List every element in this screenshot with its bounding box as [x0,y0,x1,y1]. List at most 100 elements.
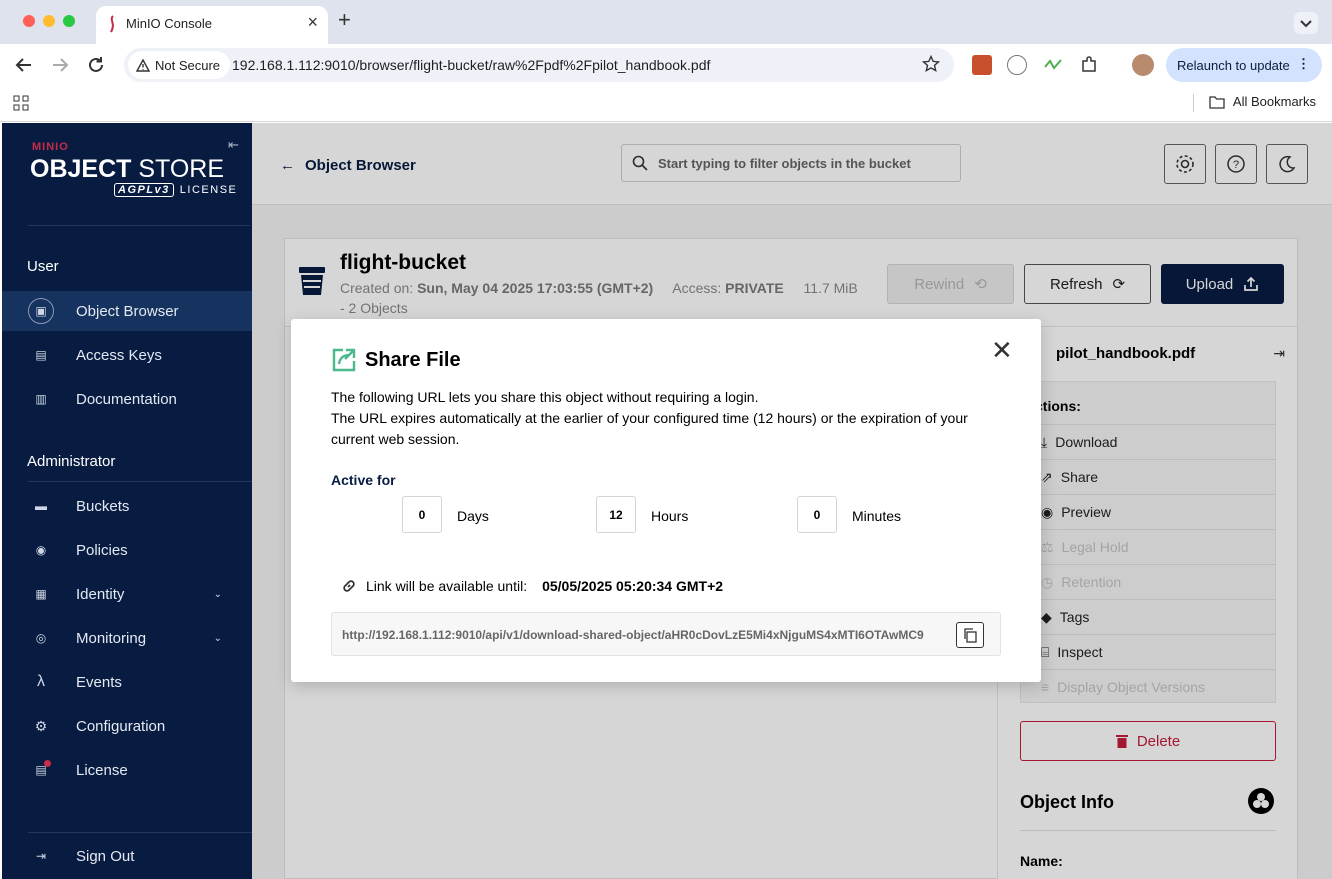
license-icon: ▤ [28,757,54,783]
lambda-icon: λ [37,673,45,690]
document-icon: ▥ [35,392,47,406]
folder-icon [1209,95,1225,109]
sidebar-item-configuration[interactable]: ⚙ Configuration [2,706,252,746]
extensions-puzzle-icon[interactable] [1079,55,1099,75]
chevron-down-icon: ⌄ [213,588,222,600]
copy-url-button[interactable] [956,622,984,648]
menu-dots-icon: ⋮ [1297,56,1310,71]
tab-search-button[interactable] [1294,12,1318,34]
minutes-input[interactable]: 0 [797,496,837,533]
logo-object-store: OBJECT STORE [30,155,224,184]
sidebar-item-policies[interactable]: ◉ Policies [2,530,252,570]
sidebar-item-label: Sign Out [76,847,135,865]
logo-license: AGPLv3 LICENSE [114,183,237,197]
chevron-down-icon [1300,20,1312,28]
extension-red-icon[interactable] [972,55,992,75]
hours-input[interactable]: 12 [596,496,636,533]
sidebar-item-label: Policies [76,541,128,559]
sidebar-item-label: Monitoring [76,629,147,647]
address-bar[interactable]: Not Secure 192.168.1.112:9010/browser/fl… [124,48,954,82]
profile-avatar[interactable] [1132,54,1154,76]
extension-m-icon[interactable] [1007,55,1027,75]
close-icon[interactable]: ✕ [991,337,1013,363]
collapse-sidebar-icon[interactable]: ⇤ [228,137,239,153]
bookmark-star-icon[interactable] [922,55,940,73]
object-browser-icon: ▣ [28,298,54,324]
id-card-icon: ▦ [35,587,47,601]
tab-title: MinIO Console [126,16,212,31]
agpl-badge: AGPLv3 [114,183,174,197]
share-url-field[interactable]: http://192.168.1.112:9010/api/v1/downloa… [331,612,1001,656]
shield-icon: ◉ [35,543,47,557]
reload-icon[interactable] [83,52,109,78]
modal-description: The following URL lets you share this ob… [331,387,991,450]
share-icon [332,348,356,372]
sidebar-item-label: Buckets [76,497,130,515]
url-text: 192.168.1.112:9010/browser/flight-bucket… [232,57,711,73]
modal-title: Share File [365,349,461,371]
divider [28,832,256,833]
all-bookmarks-label: All Bookmarks [1232,94,1316,109]
sidebar-item-monitoring[interactable]: ◎ Monitoring ⌄ [2,618,252,658]
window-close-button[interactable] [23,15,35,27]
relaunch-label: Relaunch to update [1177,57,1290,73]
back-arrow-icon[interactable] [11,52,37,78]
sidebar-item-documentation[interactable]: ▥ Documentation [2,379,252,419]
bookmarks-bar: All Bookmarks [0,86,1332,122]
sidebar-item-buckets[interactable]: ▬ Buckets [2,486,252,526]
key-icon: ▤ [35,348,47,362]
share-file-modal: Share File ✕ The following URL lets you … [291,319,1041,682]
minio-favicon-icon [110,15,114,33]
tab-close-icon[interactable]: × [307,13,318,31]
share-url-text: http://192.168.1.112:9010/api/v1/downloa… [342,628,924,642]
bucket-icon: ▬ [35,499,47,513]
sidebar-item-label: Object Browser [76,302,179,320]
logo-main-light: STORE [131,155,225,183]
window-maximize-button[interactable] [63,15,75,27]
monitoring-icon: ◎ [35,631,47,645]
description-line-2: The URL expires automatically at the ear… [331,410,968,447]
warning-icon [136,58,150,72]
administrator-section-title: Administrator [27,453,116,470]
user-section-title: User [27,258,59,275]
security-chip[interactable]: Not Secure [128,51,231,79]
browser-tabstrip: MinIO Console × + [0,0,1332,44]
browser-toolbar: Not Secure 192.168.1.112:9010/browser/fl… [0,44,1332,86]
sidebar-item-identity[interactable]: ▦ Identity ⌄ [2,574,252,614]
forward-arrow-icon[interactable] [47,52,73,78]
sidebar-item-access-keys[interactable]: ▤ Access Keys [2,335,252,375]
sidebar-item-events[interactable]: λ Events [2,662,252,702]
sign-out-icon: ⇥ [35,849,47,863]
sidebar-item-object-browser[interactable]: ▣ Object Browser [2,291,252,331]
availability-row: Link will be available until: 05/05/2025… [341,578,723,594]
days-input[interactable]: 0 [402,496,442,533]
sidebar-item-label: Access Keys [76,346,162,364]
sidebar-item-label: Documentation [76,390,177,408]
sidebar-item-label: Configuration [76,717,166,735]
sidebar: MINIO OBJECT STORE AGPLv3 LICENSE ⇤ User… [2,123,256,879]
gear-icon: ⚙ [34,717,48,734]
apps-grid-icon[interactable] [13,95,29,111]
sidebar-item-label: Events [76,673,122,691]
relaunch-button[interactable]: Relaunch to update ⋮ [1166,48,1322,82]
logo-main-bold: OBJECT [30,155,132,183]
active-for-label: Active for [331,472,396,488]
sidebar-item-sign-out[interactable]: ⇥ Sign Out [2,836,252,876]
security-label: Not Secure [155,57,221,73]
all-bookmarks-button[interactable]: All Bookmarks [1209,94,1316,109]
availability-label: Link will be available until: [366,578,528,594]
availability-date: 05/05/2025 05:20:34 GMT+2 [542,578,724,594]
browser-tab[interactable]: MinIO Console × [96,6,328,44]
minutes-label: Minutes [852,508,902,524]
days-label: Days [457,508,489,524]
logo-minio: MINIO [32,141,69,153]
divider [28,481,256,482]
window-minimize-button[interactable] [43,15,55,27]
description-line-1: The following URL lets you share this ob… [331,389,759,405]
sidebar-item-license[interactable]: ▤ License [2,750,252,790]
chevron-down-icon: ⌄ [213,632,222,644]
link-icon [343,580,355,592]
extension-activity-icon[interactable] [1043,55,1063,75]
new-tab-icon[interactable]: + [338,9,351,31]
sidebar-item-label: Identity [76,585,125,603]
